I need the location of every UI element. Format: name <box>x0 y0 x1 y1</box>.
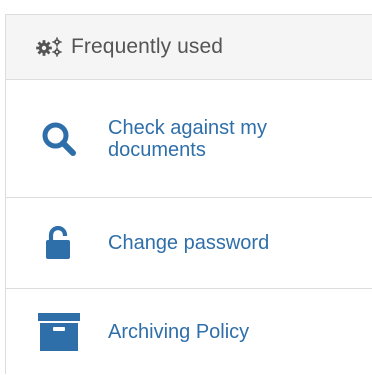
check-against-documents-label: Check against my documents <box>108 116 267 161</box>
frequently-used-panel: Frequently used Check against my documen… <box>5 14 372 374</box>
change-password-label: Change password <box>108 232 270 254</box>
archive-icon <box>6 312 108 352</box>
cogs-icon <box>35 36 71 58</box>
search-icon <box>6 121 108 157</box>
panel-title: Frequently used <box>71 35 224 58</box>
check-against-documents-link[interactable]: Check against my documents <box>6 80 372 198</box>
change-password-link[interactable]: Change password <box>6 198 372 289</box>
panel-header: Frequently used <box>6 15 372 80</box>
archiving-policy-link[interactable]: Archiving Policy <box>6 289 372 375</box>
unlock-icon <box>6 226 108 260</box>
archiving-policy-label: Archiving Policy <box>108 321 250 343</box>
